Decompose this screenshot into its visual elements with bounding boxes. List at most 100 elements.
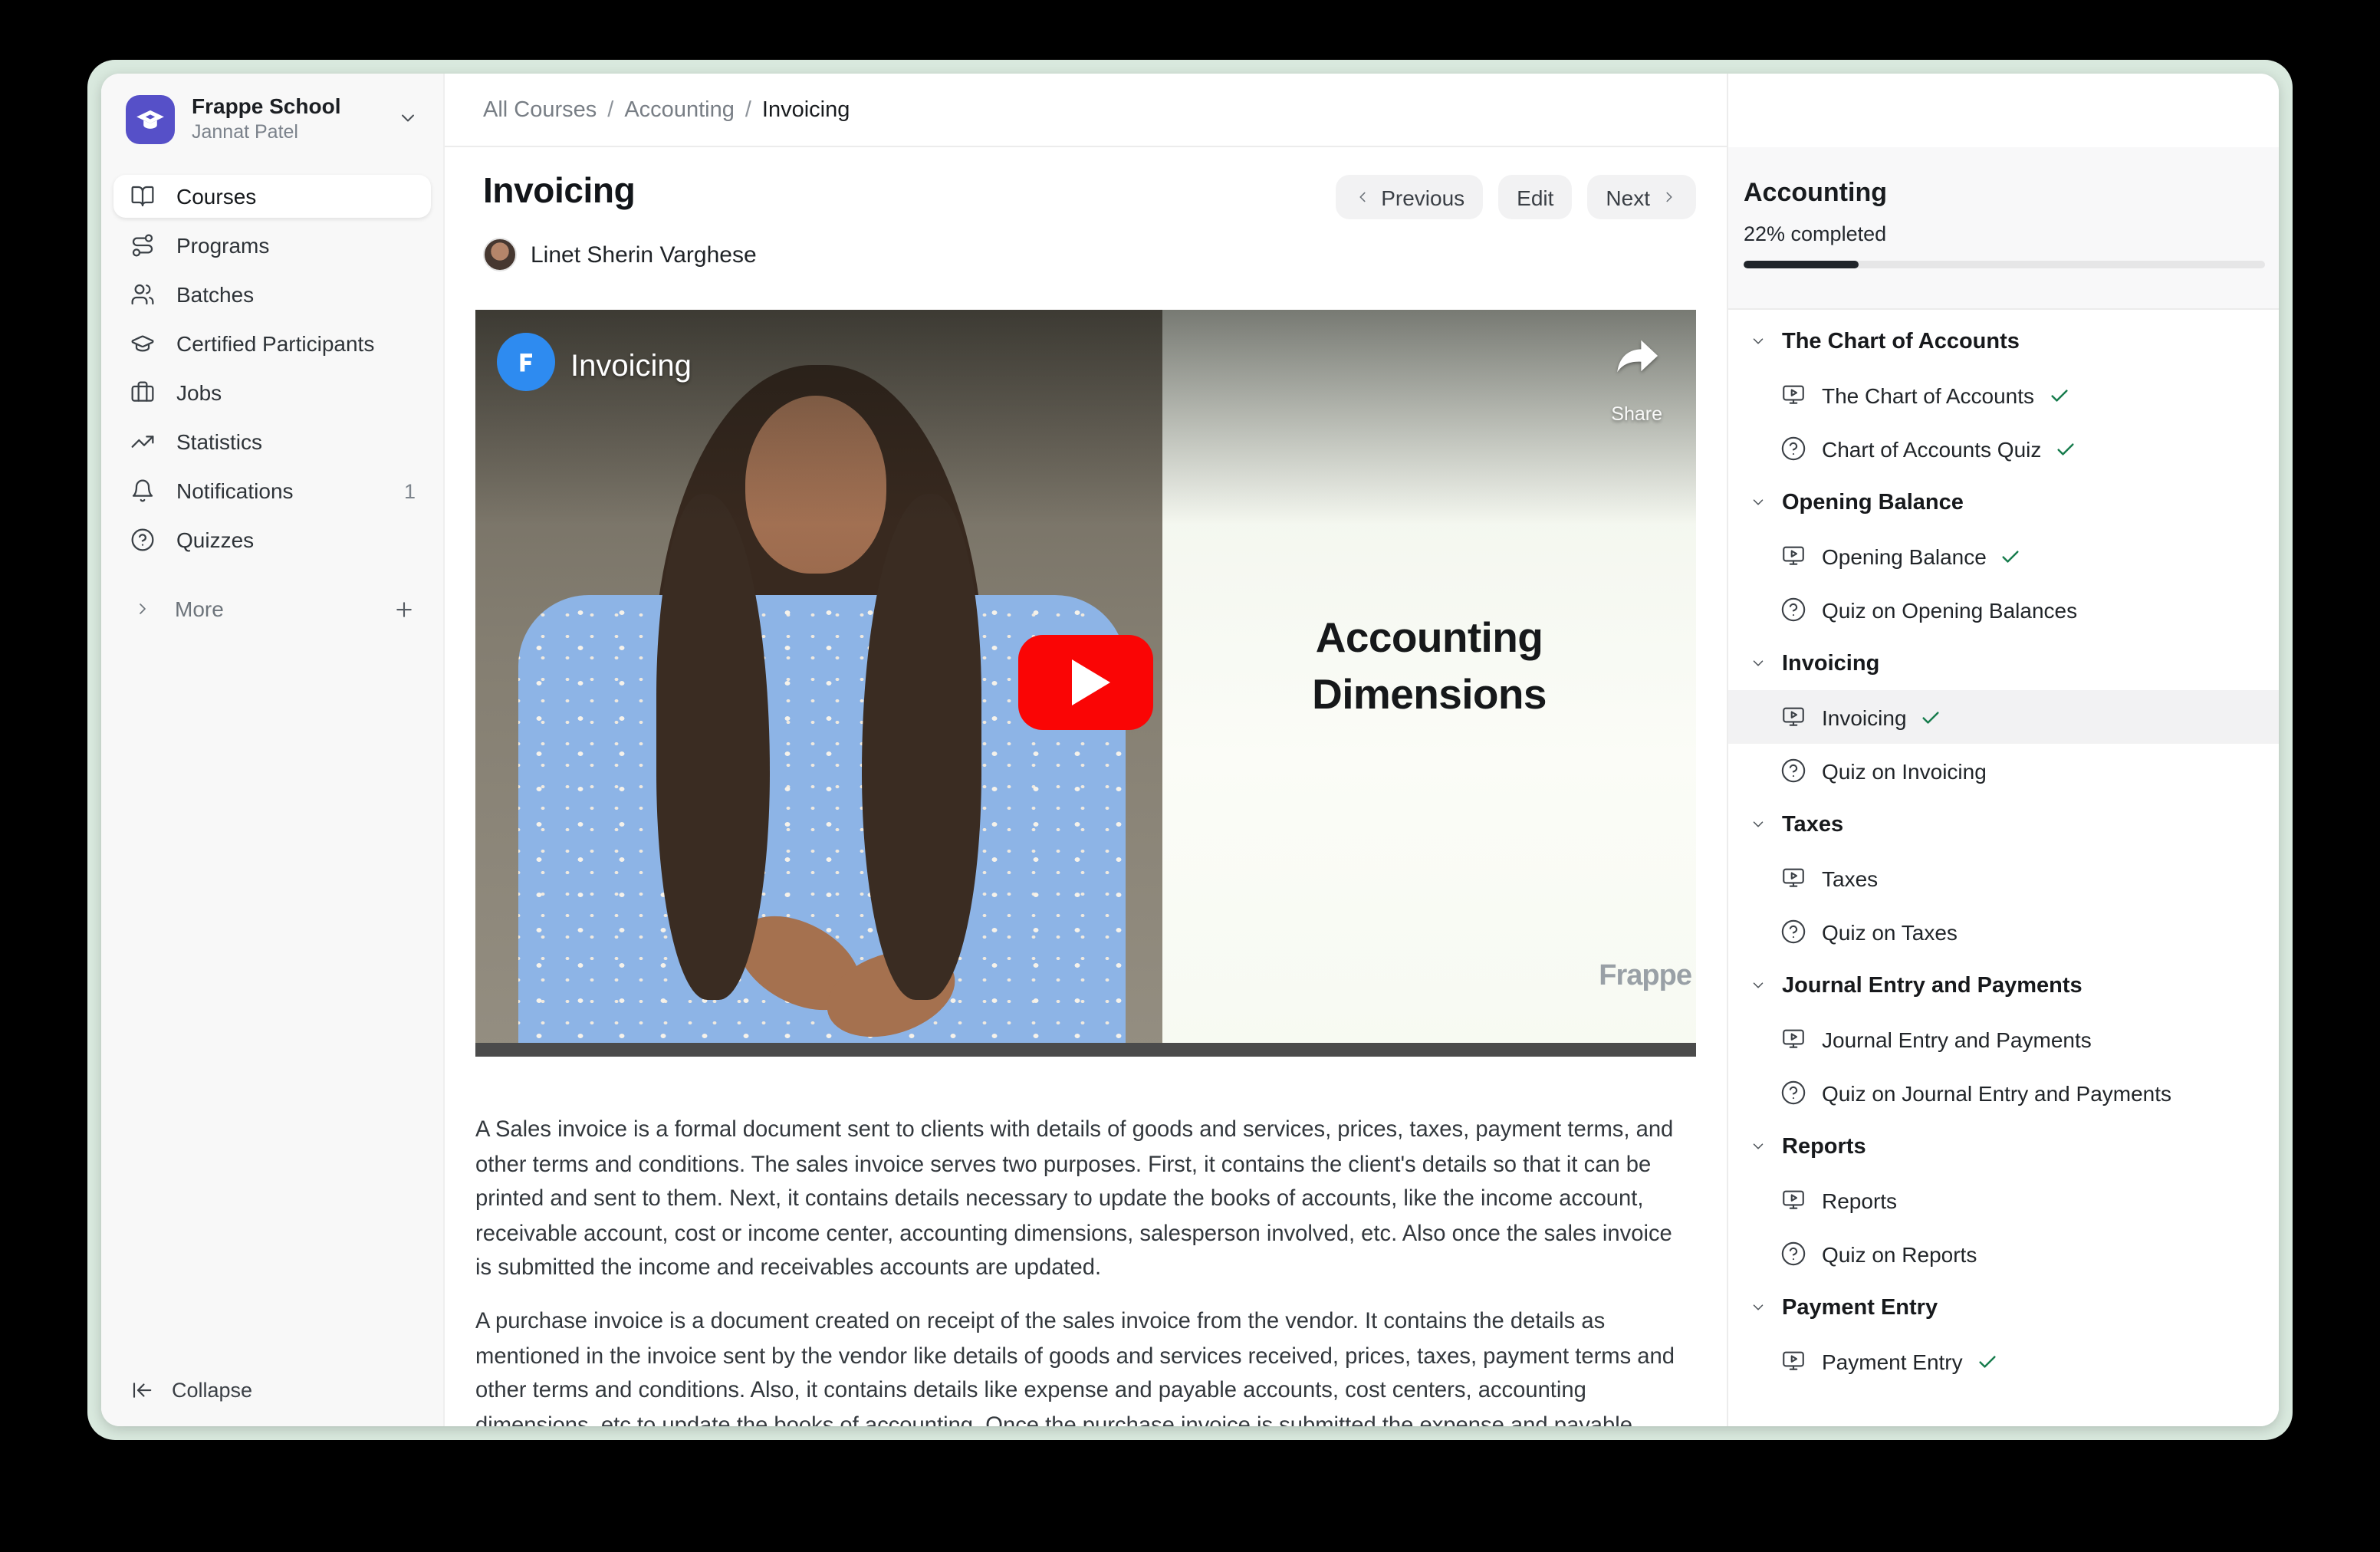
edit-button[interactable]: Edit	[1498, 175, 1572, 219]
sidebar-item-quizzes[interactable]: Quizzes	[113, 518, 431, 561]
outline-section-journal-entry-and-payments[interactable]: Journal Entry and Payments	[1728, 958, 2279, 1012]
outline-item-label: Reports	[1822, 1188, 1897, 1212]
share-arrow-icon	[1611, 363, 1662, 389]
lesson-paragraph: A Sales invoice is a formal document sen…	[475, 1113, 1693, 1287]
outline-lesson-journal-entry-and-payments[interactable]: Journal Entry and Payments	[1728, 1012, 2279, 1066]
chevron-down-icon[interactable]	[397, 107, 419, 129]
bell-icon	[130, 478, 155, 503]
outline-quiz-quiz-on-opening-balances[interactable]: Quiz on Opening Balances	[1728, 583, 2279, 636]
video-top-gradient	[475, 310, 1696, 524]
sidebar-item-label: Programs	[176, 233, 269, 258]
breadcrumb-accounting[interactable]: Accounting	[624, 98, 735, 123]
breadcrumb-current: Invoicing	[762, 98, 850, 123]
collapse-sidebar-button[interactable]: Collapse	[113, 1368, 431, 1411]
route-icon	[130, 233, 155, 258]
outline-section-opening-balance[interactable]: Opening Balance	[1728, 475, 2279, 529]
sidebar-item-batches[interactable]: Batches	[113, 273, 431, 316]
outline-section-payment-entry[interactable]: Payment Entry	[1728, 1281, 2279, 1334]
outline-item-label: Invoicing	[1822, 705, 1907, 729]
play-button[interactable]	[1018, 635, 1153, 730]
graduation-cap-logo-icon	[133, 102, 167, 136]
video-player[interactable]: Accounting Dimensions Frappe Invoicing S…	[475, 310, 1696, 1057]
app-window: Frappe School Jannat Patel Courses Progra…	[101, 74, 2279, 1426]
sidebar-item-certified-participants[interactable]: Certified Participants	[113, 322, 431, 365]
check-icon	[1921, 706, 1942, 728]
outline-quiz-quiz-on-taxes[interactable]: Quiz on Taxes	[1728, 905, 2279, 958]
outline-item-label: Quiz on Taxes	[1822, 919, 1958, 944]
author-name: Linet Sherin Varghese	[531, 242, 757, 268]
chevron-right-icon	[133, 600, 152, 618]
lesson-body: A Sales invoice is a formal document sen…	[475, 1113, 1693, 1426]
lesson-actions: Previous Edit Next	[1113, 175, 1696, 219]
notification-count-badge: 1	[404, 479, 416, 502]
user-name: Jannat Patel	[192, 121, 340, 144]
outline-item-label: The Chart of Accounts	[1822, 383, 2034, 407]
outline-lesson-reports[interactable]: Reports	[1728, 1173, 2279, 1227]
outline-quiz-quiz-on-invoicing[interactable]: Quiz on Invoicing	[1728, 744, 2279, 797]
outline-lesson-invoicing[interactable]: Invoicing	[1728, 690, 2279, 744]
left-sidebar: Frappe School Jannat Patel Courses Progra…	[101, 74, 445, 1426]
workspace-info: Frappe School Jannat Patel	[192, 94, 340, 144]
sidebar-item-programs[interactable]: Programs	[113, 224, 431, 267]
share-label: Share	[1611, 404, 1662, 426]
trending-up-icon	[130, 429, 155, 454]
channel-avatar[interactable]	[497, 333, 555, 391]
check-icon	[2048, 384, 2069, 406]
next-label: Next	[1606, 185, 1650, 209]
workspace-switcher[interactable]: Frappe School Jannat Patel	[101, 74, 443, 144]
course-outline-panel: Accounting 22% completed The Chart of Ac…	[1727, 74, 2279, 1426]
chevron-down-icon	[1750, 977, 1767, 994]
outline-section-taxes[interactable]: Taxes	[1728, 797, 2279, 851]
plus-icon[interactable]	[393, 597, 416, 620]
breadcrumb-all-courses[interactable]: All Courses	[483, 98, 597, 123]
next-button[interactable]: Next	[1587, 175, 1696, 219]
lesson-author: Linet Sherin Varghese	[483, 238, 757, 271]
check-icon	[1977, 1350, 1998, 1372]
outline-item-label: Quiz on Invoicing	[1822, 758, 1987, 783]
outline-section-invoicing[interactable]: Invoicing	[1728, 636, 2279, 690]
video-title[interactable]: Invoicing	[570, 350, 692, 385]
sidebar-more-label: More	[175, 597, 224, 621]
monitor-play-icon	[1780, 382, 1806, 408]
sidebar-item-label: Certified Participants	[176, 331, 374, 356]
chevron-down-icon	[1750, 494, 1767, 511]
slide-title: Accounting Dimensions	[1162, 610, 1696, 722]
lesson-paragraph: A purchase invoice is a document created…	[475, 1305, 1693, 1426]
course-title: Accounting	[1744, 178, 2265, 209]
outline-section-the-chart-of-accounts[interactable]: The Chart of Accounts	[1728, 314, 2279, 368]
help-circle-icon	[1780, 1241, 1806, 1267]
outline-section-label: Taxes	[1782, 812, 1843, 837]
progress-track	[1744, 261, 2265, 268]
sidebar-item-jobs[interactable]: Jobs	[113, 371, 431, 414]
help-circle-icon	[1780, 919, 1806, 945]
outline-lesson-taxes[interactable]: Taxes	[1728, 851, 2279, 905]
sidebar-item-notifications[interactable]: Notifications1	[113, 469, 431, 512]
chevron-down-icon	[1750, 1299, 1767, 1316]
check-icon	[2055, 438, 2076, 459]
previous-button[interactable]: Previous	[1335, 175, 1483, 219]
users-icon	[130, 282, 155, 307]
sidebar-item-more[interactable]: More	[113, 587, 431, 630]
outline-section-reports[interactable]: Reports	[1728, 1120, 2279, 1173]
outline-lesson-the-chart-of-accounts[interactable]: The Chart of Accounts	[1728, 368, 2279, 422]
page-title: Invoicing	[483, 170, 635, 212]
outline-item-label: Quiz on Opening Balances	[1822, 597, 2077, 622]
outline-item-label: Payment Entry	[1822, 1349, 1963, 1373]
video-progress-bar[interactable]	[475, 1043, 1696, 1057]
outline-lesson-payment-entry[interactable]: Payment Entry	[1728, 1334, 2279, 1388]
help-circle-icon	[1780, 1080, 1806, 1106]
outline-lesson-opening-balance[interactable]: Opening Balance	[1728, 529, 2279, 583]
frappe-f-icon	[511, 347, 541, 377]
outline-quiz-quiz-on-reports[interactable]: Quiz on Reports	[1728, 1227, 2279, 1281]
sidebar-item-courses[interactable]: Courses	[113, 175, 431, 218]
collapse-label: Collapse	[172, 1378, 252, 1401]
chevron-down-icon	[1750, 655, 1767, 672]
outline-section-label: Journal Entry and Payments	[1782, 973, 2082, 998]
chevron-down-icon	[1750, 816, 1767, 833]
school-name: Frappe School	[192, 94, 340, 120]
outline-quiz-chart-of-accounts-quiz[interactable]: Chart of Accounts Quiz	[1728, 422, 2279, 475]
sidebar-item-statistics[interactable]: Statistics	[113, 420, 431, 463]
outline-quiz-quiz-on-journal-entry-and-payments[interactable]: Quiz on Journal Entry and Payments	[1728, 1066, 2279, 1120]
share-button[interactable]: Share	[1611, 331, 1662, 426]
progress-fill	[1744, 261, 1859, 268]
